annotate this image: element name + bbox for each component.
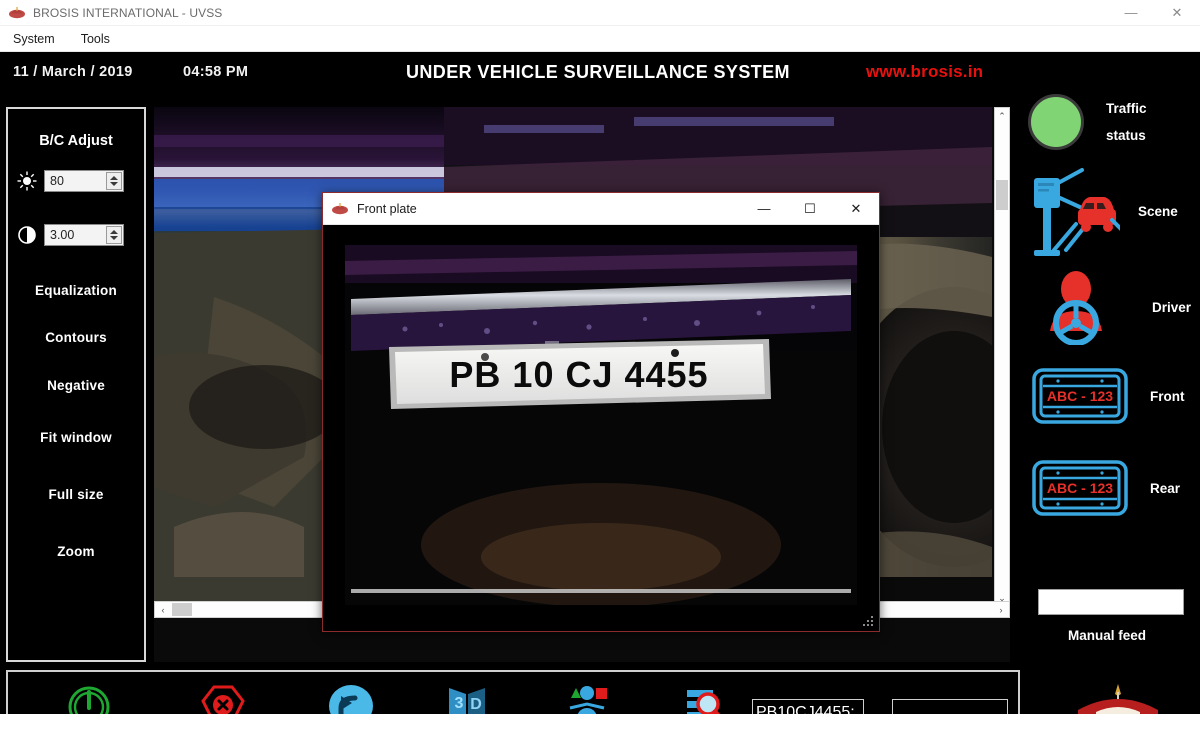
application-window: BROSIS INTERNATIONAL - UVSS — ✕ System T… [0,0,1200,742]
svg-text:3: 3 [455,695,464,712]
scene-row[interactable]: Scene [1024,164,1178,258]
window-bottom-strip [0,714,1200,742]
brightness-spinner-buttons[interactable] [106,172,122,190]
traffic-light-icon[interactable] [1028,94,1084,150]
minimize-button[interactable]: — [1108,0,1154,26]
plate-number-text: PB 10 CJ 4455 [449,354,708,395]
spinner-down-icon[interactable] [110,236,118,240]
zoom-button[interactable]: Zoom [8,544,144,559]
spinner-up-icon[interactable] [110,176,118,180]
rear-plate-row[interactable]: ABC - 123 Rear [1032,459,1180,517]
svg-text:D: D [470,696,482,713]
window-titlebar: BROSIS INTERNATIONAL - UVSS — ✕ [0,0,1200,26]
dialog-close-button[interactable]: ✕ [833,193,879,225]
brightness-control [8,170,144,192]
spinner-up-icon[interactable] [110,230,118,234]
traffic-status-row[interactable]: Traffic status [1028,94,1147,150]
full-size-button[interactable]: Full size [8,487,144,502]
menu-item-tools[interactable]: Tools [77,29,122,49]
scene-camera-car-icon[interactable] [1024,164,1124,258]
dialog-body: PB 10 CJ 4455 [323,225,879,631]
fit-window-button[interactable]: Fit window [8,430,144,445]
scene-label: Scene [1138,203,1178,219]
header-date: 11 / March / 2019 [13,64,133,80]
left-control-panel: B/C Adjust 80 3.00 Equalization Contours… [6,107,146,662]
front-label: Front [1150,388,1185,404]
header-time: 04:58 PM [183,64,249,80]
front-plate-icon[interactable]: ABC - 123 [1032,367,1128,425]
header-website-url: www.brosis.in [866,62,984,81]
traffic-status-label-line1: Traffic [1106,101,1147,116]
right-status-panel: Traffic status Scene Driver ABC - 123 Fr… [1014,84,1200,662]
page-title: UNDER VEHICLE SURVEILLANCE SYSTEM [406,62,790,82]
rear-plate-sample-text: ABC - 123 [1047,480,1113,496]
vertical-scrollbar-thumb[interactable] [996,180,1008,210]
brosis-logo-icon [8,5,26,21]
spinner-down-icon[interactable] [110,182,118,186]
scroll-left-arrow-icon[interactable]: ‹ [155,602,171,617]
contrast-control [8,224,144,246]
rear-label: Rear [1150,480,1181,496]
viewport-vertical-scrollbar[interactable]: ⌃ ⌄ [994,107,1010,607]
horizontal-scrollbar-thumb[interactable] [172,603,192,616]
menu-item-system[interactable]: System [9,29,67,49]
contrast-stepper[interactable] [44,224,124,246]
driver-label: Driver [1152,299,1192,315]
bc-adjust-title: B/C Adjust [39,133,113,149]
scroll-right-arrow-icon[interactable]: › [993,602,1009,617]
negative-button[interactable]: Negative [8,378,144,393]
dialog-minimize-button[interactable]: — [741,193,787,225]
manual-feed-label: Manual feed [1067,628,1146,643]
license-plate-graphic: PB 10 CJ 4455 [385,337,773,413]
traffic-status-label-line2: status [1106,128,1146,143]
dialog-titlebar[interactable]: Front plate — ☐ ✕ [323,193,879,225]
manual-feed-input[interactable] [1038,589,1184,615]
front-plate-row[interactable]: ABC - 123 Front [1032,367,1185,425]
contrast-icon [16,224,38,246]
brosis-logo-icon [331,201,349,217]
brightness-icon [16,170,38,192]
contrast-input[interactable] [45,228,103,242]
dialog-window-controls: — ☐ ✕ [741,193,879,225]
front-plate-photo [345,245,857,605]
scroll-up-arrow-icon[interactable]: ⌃ [995,108,1009,124]
menubar: System Tools [0,26,1200,52]
resize-grip-icon[interactable] [861,614,873,626]
equalization-button[interactable]: Equalization [8,283,144,298]
front-plate-sample-text: ABC - 123 [1047,388,1113,404]
contrast-spinner-buttons[interactable] [106,226,122,244]
driver-row[interactable]: Driver [1038,269,1192,346]
app-body: 11 / March / 2019 04:58 PM UNDER VEHICLE… [0,52,1200,742]
close-button[interactable]: ✕ [1154,0,1200,26]
brightness-stepper[interactable] [44,170,124,192]
dialog-title: Front plate [357,201,417,216]
contours-button[interactable]: Contours [8,330,144,345]
rear-plate-icon[interactable]: ABC - 123 [1032,459,1128,517]
driver-icon[interactable] [1038,269,1114,346]
front-plate-dialog[interactable]: Front plate — ☐ ✕ PB 10 CJ 4455 [322,192,880,632]
brightness-input[interactable] [45,174,103,188]
window-title: BROSIS INTERNATIONAL - UVSS [33,5,223,20]
dialog-maximize-button[interactable]: ☐ [787,193,833,225]
window-controls: — ✕ [1108,0,1200,26]
